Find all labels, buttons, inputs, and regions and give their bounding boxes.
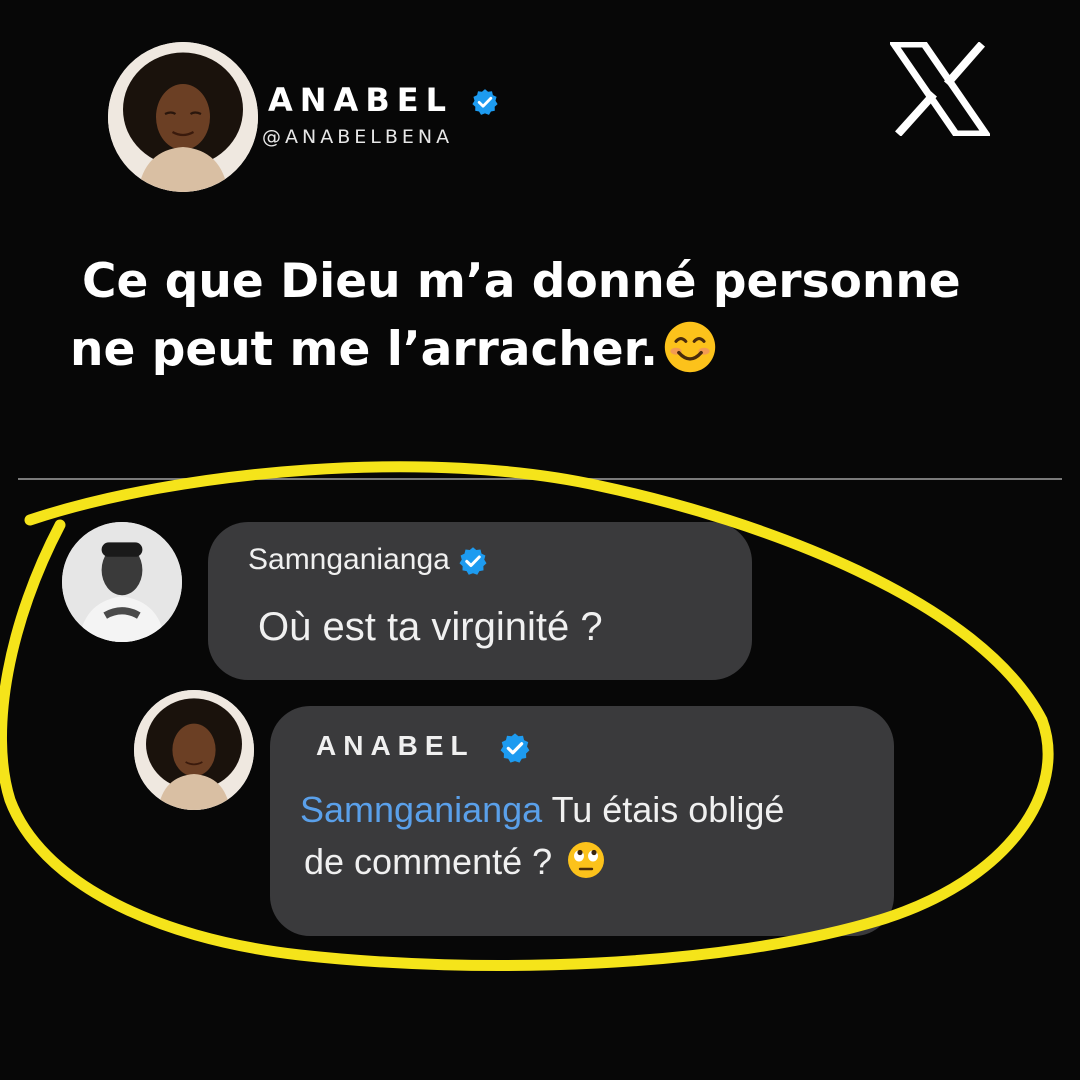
divider — [18, 478, 1062, 480]
x-logo-icon[interactable] — [890, 42, 990, 136]
verified-badge-icon — [500, 732, 530, 763]
author-name-text: ANABEL — [268, 81, 453, 119]
verified-badge-icon — [459, 547, 487, 575]
reply-avatar-samnganianga[interactable] — [62, 522, 182, 642]
author-handle[interactable]: @ANABELBENA — [262, 124, 453, 150]
reply-avatar-anabel[interactable] — [134, 690, 254, 810]
reply-username-2[interactable]: ANABEL — [316, 728, 531, 764]
reply-text-2: Samnganianga Tu étais obligé de commenté… — [300, 784, 860, 888]
verified-badge-icon — [472, 89, 498, 115]
reply-text-2-line2-wrap: de commenté ? — [300, 836, 860, 888]
reply-username-text-2: ANABEL — [316, 730, 475, 761]
reply-text-1: Où est ta virginité ? — [258, 605, 603, 649]
reply-text-2-line1: Tu étais obligé — [551, 789, 785, 830]
profile-photo-man-icon — [62, 522, 182, 642]
reply-username-text-1: Samnganianga — [248, 543, 450, 576]
author-avatar[interactable] — [108, 42, 258, 192]
post-text-line1: Ce que Dieu m’a donné personne — [82, 254, 961, 309]
post-text: Ce que Dieu m’a donné personne ne peut m… — [70, 248, 1010, 384]
author-name[interactable]: ANABEL — [268, 80, 499, 120]
profile-photo-woman-icon — [134, 690, 254, 810]
smiling-face-icon — [664, 321, 716, 373]
post-text-line2: ne peut me l’arracher. — [70, 322, 659, 377]
reply-text-2-line2: de commenté ? — [304, 841, 553, 882]
mention-link[interactable]: Samnganianga — [300, 789, 542, 830]
reply-username-1[interactable]: Samnganianga — [248, 542, 488, 578]
post-text-line2-wrap: ne peut me l’arracher. — [70, 316, 1010, 384]
eye-roll-face-icon — [568, 842, 605, 878]
profile-photo-woman-icon — [108, 42, 258, 192]
